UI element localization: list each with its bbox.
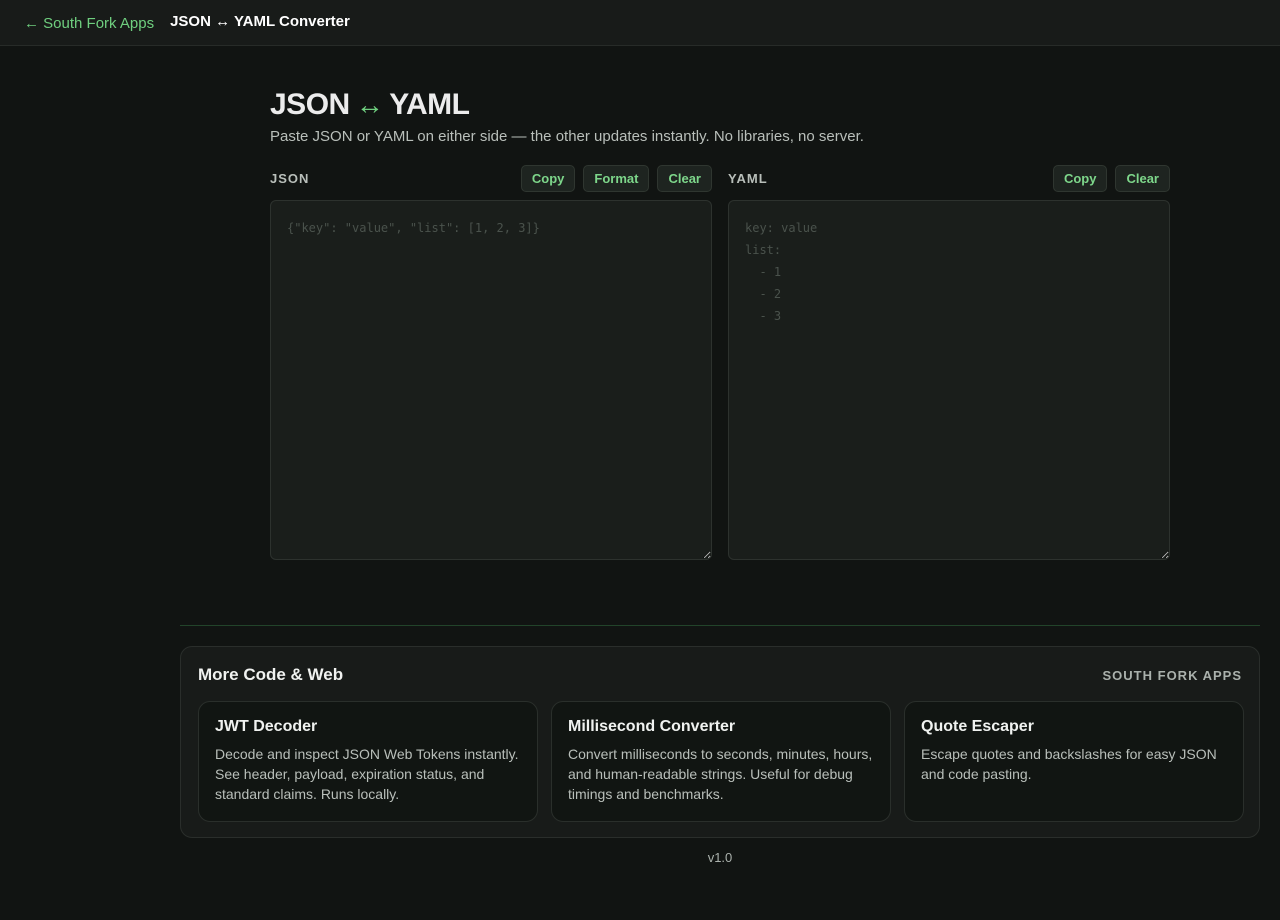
related-tools-title: More Code & Web [198, 665, 344, 684]
yaml-clear-button[interactable]: Clear [1115, 165, 1170, 192]
tool-card-millisecond-converter[interactable]: Millisecond Converter Convert millisecon… [551, 701, 891, 822]
tool-card-jwt-decoder[interactable]: JWT Decoder Decode and inspect JSON Web … [198, 701, 538, 822]
tool-card-title: Millisecond Converter [568, 718, 736, 735]
yaml-input[interactable] [728, 200, 1170, 560]
back-to-south-fork-apps-link[interactable]: ← South Fork Apps [24, 15, 154, 32]
section-divider [180, 625, 1260, 626]
editor-panes: JSON Copy Format Clear YAML Copy Clear [270, 165, 1170, 560]
version-label: v1.0 [707, 850, 733, 865]
tool-card-description: Decode and inspect JSON Web Tokens insta… [215, 746, 519, 802]
related-tools-brand: SOUTH FORK APPS [1102, 668, 1242, 683]
yaml-pane: YAML Copy Clear [728, 165, 1170, 560]
tool-card-description: Escape quotes and backslashes for easy J… [921, 746, 1217, 782]
related-tools-panel: More Code & Web SOUTH FORK APPS JWT Deco… [180, 646, 1260, 838]
yaml-pane-actions: Copy Clear [1052, 165, 1170, 192]
json-copy-button[interactable]: Copy [520, 165, 576, 192]
json-format-button[interactable]: Format [583, 165, 650, 192]
tool-card-title: Quote Escaper [921, 718, 1034, 735]
bidirectional-arrow-icon: ↔ [355, 89, 384, 120]
page-title-json: JSON [270, 88, 350, 121]
tool-card-title: JWT Decoder [215, 718, 318, 735]
page-title: JSON ↔ YAML [270, 88, 1170, 122]
json-pane-label: JSON [270, 171, 310, 186]
json-pane-actions: Copy Format Clear [520, 165, 712, 192]
tool-card-description: Convert milliseconds to seconds, minutes… [568, 746, 873, 802]
converter-main: JSON ↔ YAML Paste JSON or YAML on either… [270, 88, 1170, 560]
topbar-title: JSON ↔ YAML Converter [170, 13, 350, 30]
yaml-pane-label: YAML [728, 171, 768, 186]
top-bar: ← South Fork Apps JSON ↔ YAML Converter [0, 0, 1280, 46]
tool-card-quote-escaper[interactable]: Quote Escaper Escape quotes and backslas… [904, 701, 1244, 822]
json-pane-header: JSON Copy Format Clear [270, 165, 712, 192]
page-subtitle: Paste JSON or YAML on either side — the … [270, 128, 864, 145]
page-title-yaml: YAML [389, 88, 470, 121]
yaml-copy-button[interactable]: Copy [1052, 165, 1108, 192]
json-pane: JSON Copy Format Clear [270, 165, 712, 560]
yaml-pane-header: YAML Copy Clear [728, 165, 1170, 192]
json-input[interactable] [270, 200, 712, 560]
json-clear-button[interactable]: Clear [657, 165, 712, 192]
